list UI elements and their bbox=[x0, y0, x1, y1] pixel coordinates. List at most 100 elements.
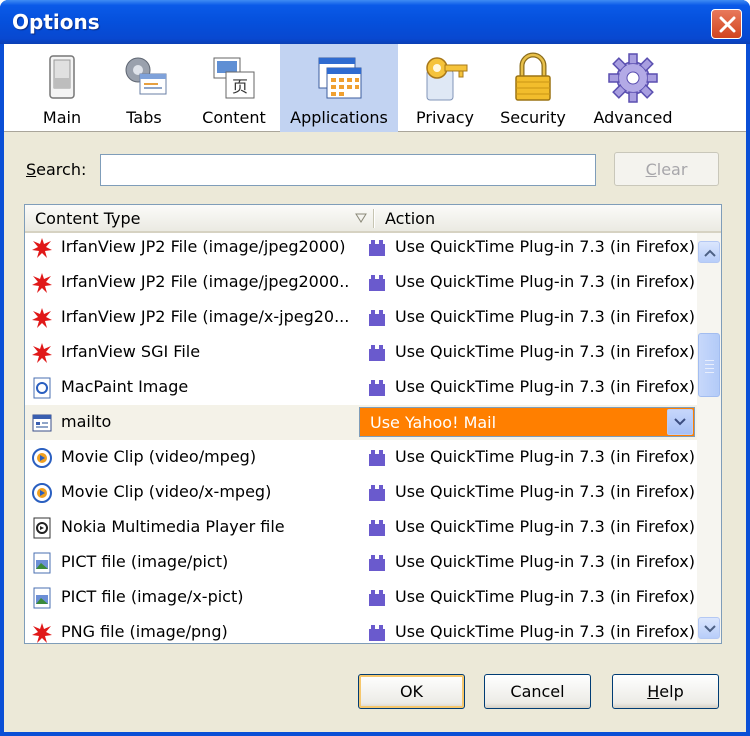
chevron-down-icon bbox=[704, 625, 716, 633]
privacy-key-icon bbox=[426, 57, 468, 101]
tab-security-label: Security bbox=[500, 108, 566, 127]
tab-content-label: Content bbox=[202, 108, 266, 127]
action-text: Use QuickTime Plug-in 7.3 (in Firefox) bbox=[395, 587, 695, 606]
plugin-icon bbox=[369, 310, 385, 326]
content-type-text: Movie Clip (video/mpeg) bbox=[61, 447, 257, 466]
irfanview-icon bbox=[32, 273, 52, 293]
content-type-text: MacPaint Image bbox=[61, 377, 189, 396]
advanced-gear-icon bbox=[608, 53, 658, 103]
action-dropdown-value: Use Yahoo! Mail bbox=[370, 413, 497, 432]
tab-privacy[interactable]: Privacy bbox=[406, 44, 484, 132]
pict-file-icon bbox=[33, 552, 51, 574]
security-lock-icon bbox=[515, 52, 551, 101]
title-bar[interactable]: Options bbox=[0, 0, 750, 44]
movie-clip-icon bbox=[32, 483, 52, 503]
grip-line bbox=[705, 364, 714, 365]
plugin-icon bbox=[369, 590, 385, 606]
irfanview-icon bbox=[32, 343, 52, 363]
tab-advanced-label: Advanced bbox=[593, 108, 673, 127]
action-text: Use QuickTime Plug-in 7.3 (in Firefox) bbox=[395, 517, 695, 536]
list-item[interactable]: MacPaint Image Use QuickTime Plug-in 7.3… bbox=[25, 370, 697, 405]
scroll-down-button[interactable] bbox=[698, 617, 720, 639]
action-text: Use QuickTime Plug-in 7.3 (in Firefox) bbox=[395, 447, 695, 466]
window-title: Options bbox=[12, 10, 100, 34]
content-type-text: mailto bbox=[61, 412, 112, 431]
dropdown-button[interactable] bbox=[667, 409, 693, 435]
vertical-scrollbar[interactable] bbox=[697, 233, 721, 643]
list-item[interactable]: IrfanView JP2 File (image/jpeg2000) Use … bbox=[25, 233, 697, 265]
tab-advanced[interactable]: Advanced bbox=[588, 44, 678, 132]
plugin-icon bbox=[369, 345, 385, 361]
irfanview-icon bbox=[32, 623, 52, 643]
plugin-icon bbox=[369, 380, 385, 396]
movie-clip-icon bbox=[32, 448, 52, 468]
sort-indicator-icon bbox=[355, 213, 367, 223]
plugin-icon bbox=[369, 625, 385, 641]
content-type-list[interactable]: Content Type Action IrfanView JP2 File (… bbox=[24, 204, 722, 644]
list-item[interactable]: IrfanView JP2 File (image/x-jpeg20... Us… bbox=[25, 300, 697, 335]
action-text: Use QuickTime Plug-in 7.3 (in Firefox) bbox=[395, 237, 695, 256]
svg-text:页: 页 bbox=[232, 77, 248, 96]
tab-tabs[interactable]: Tabs bbox=[110, 44, 178, 132]
tab-security[interactable]: Security bbox=[494, 44, 572, 132]
irfanview-icon bbox=[32, 308, 52, 328]
tab-privacy-label: Privacy bbox=[416, 108, 474, 127]
list-rows: IrfanView JP2 File (image/jpeg2000) Use … bbox=[25, 233, 697, 643]
scroll-up-button[interactable] bbox=[698, 241, 720, 263]
action-dropdown[interactable]: Use Yahoo! Mail bbox=[359, 407, 695, 437]
column-header-action[interactable]: Action bbox=[375, 205, 695, 231]
list-item-selected[interactable]: mailto Use Yahoo! Mail bbox=[25, 405, 697, 440]
tab-content[interactable]: 页 Content bbox=[192, 44, 276, 132]
action-text: Use QuickTime Plug-in 7.3 (in Firefox) bbox=[395, 342, 695, 361]
content-type-text: IrfanView JP2 File (image/jpeg2000) bbox=[61, 237, 346, 256]
tab-main[interactable]: Main bbox=[28, 44, 96, 132]
options-window: Options Main Tabs 页 Content Applications… bbox=[0, 0, 750, 736]
content-type-text: IrfanView SGI File bbox=[61, 342, 201, 361]
list-item[interactable]: Movie Clip (video/mpeg) Use QuickTime Pl… bbox=[25, 440, 697, 475]
plugin-icon bbox=[369, 275, 385, 291]
content-type-text: Nokia Multimedia Player file bbox=[61, 517, 285, 536]
list-item[interactable]: IrfanView JP2 File (image/jpeg2000... Us… bbox=[25, 265, 697, 300]
chevron-down-icon bbox=[674, 418, 686, 426]
irfanview-icon bbox=[32, 238, 52, 258]
plugin-icon bbox=[369, 485, 385, 501]
tab-applications[interactable]: Applications bbox=[280, 44, 398, 132]
chevron-up-icon bbox=[704, 249, 716, 257]
nokia-player-icon bbox=[33, 517, 51, 539]
scroll-thumb[interactable] bbox=[698, 333, 720, 397]
plugin-icon bbox=[369, 555, 385, 571]
column-header-content-type[interactable]: Content Type bbox=[25, 205, 373, 231]
action-text: Use QuickTime Plug-in 7.3 (in Firefox) bbox=[395, 552, 695, 571]
mailto-icon bbox=[32, 414, 52, 432]
content-type-text: IrfanView JP2 File (image/jpeg2000... bbox=[61, 272, 351, 291]
grip-line bbox=[705, 368, 714, 369]
action-text: Use QuickTime Plug-in 7.3 (in Firefox) bbox=[395, 377, 695, 396]
action-text: Use QuickTime Plug-in 7.3 (in Firefox) bbox=[395, 272, 695, 291]
plugin-icon bbox=[369, 240, 385, 256]
action-text: Use QuickTime Plug-in 7.3 (in Firefox) bbox=[395, 482, 695, 501]
pict-file-icon bbox=[33, 587, 51, 609]
list-item[interactable]: Nokia Multimedia Player file Use QuickTi… bbox=[25, 510, 697, 545]
clear-button[interactable]: Clear bbox=[614, 152, 719, 186]
content-icon: 页 bbox=[213, 57, 255, 99]
search-input[interactable] bbox=[100, 154, 596, 186]
applications-icon bbox=[318, 57, 362, 99]
list-item[interactable]: PICT file (image/x-pict) Use QuickTime P… bbox=[25, 580, 697, 615]
content-type-text: IrfanView JP2 File (image/x-jpeg20... bbox=[61, 307, 350, 326]
plugin-icon bbox=[369, 450, 385, 466]
list-item[interactable]: Movie Clip (video/x-mpeg) Use QuickTime … bbox=[25, 475, 697, 510]
cancel-button[interactable]: Cancel bbox=[484, 674, 591, 709]
help-button[interactable]: Help bbox=[612, 674, 719, 709]
options-toolbar: Main Tabs 页 Content Applications Privacy… bbox=[4, 44, 746, 132]
close-button[interactable] bbox=[711, 9, 742, 39]
list-item[interactable]: IrfanView SGI File Use QuickTime Plug-in… bbox=[25, 335, 697, 370]
ok-button[interactable]: OK bbox=[358, 674, 465, 709]
tabs-icon bbox=[125, 57, 167, 95]
content-type-text: PNG file (image/png) bbox=[61, 622, 228, 641]
tab-tabs-label: Tabs bbox=[126, 108, 162, 127]
grip-line bbox=[705, 372, 714, 373]
list-item[interactable]: PICT file (image/pict) Use QuickTime Plu… bbox=[25, 545, 697, 580]
macpaint-icon bbox=[33, 377, 51, 399]
close-icon bbox=[719, 16, 736, 33]
list-item[interactable]: PNG file (image/png) Use QuickTime Plug-… bbox=[25, 615, 697, 643]
